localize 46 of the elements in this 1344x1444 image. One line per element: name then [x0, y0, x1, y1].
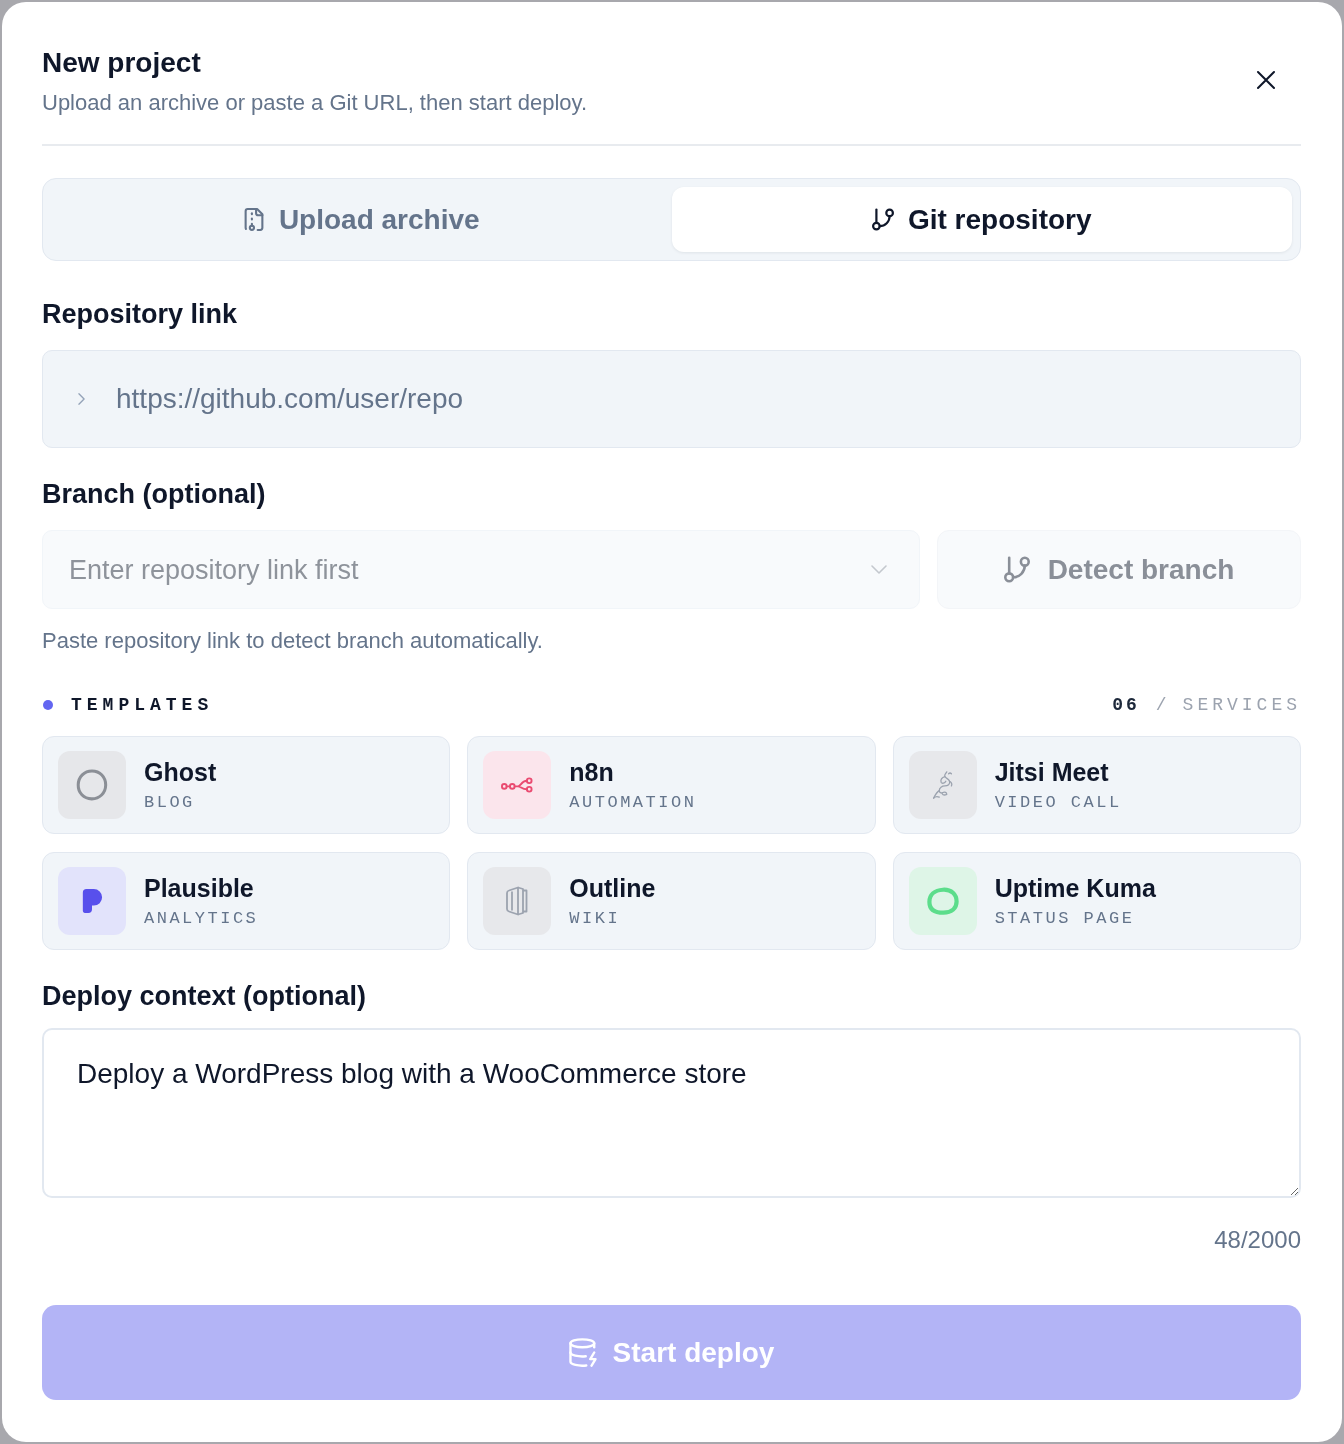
template-card[interactable]: Ghost BLOG [42, 736, 451, 834]
chevron-right-icon [78, 393, 85, 405]
services-label: SERVICES [1182, 694, 1301, 717]
field-label: Branch (optional) [42, 478, 267, 511]
connected-nodes-icon [483, 751, 552, 819]
services-count: 06 [1112, 694, 1140, 717]
branch-icon [1003, 556, 1030, 583]
character-counter: 48/2000 [1213, 1225, 1301, 1255]
archive-file-icon [242, 208, 265, 231]
template-category: STATUS PAGE [994, 907, 1136, 930]
template-name: Jitsi Meet [994, 756, 1110, 787]
template-category: AUTOMATION [569, 791, 697, 814]
template-category: BLOG [144, 791, 196, 814]
template-category: VIDEO CALL [994, 791, 1122, 814]
tab[interactable]: Upload archive [51, 187, 672, 252]
field-label: Deploy context (optional) [42, 980, 367, 1013]
p-logo-icon [58, 867, 126, 935]
template-name: Ghost [144, 756, 217, 787]
template-category: ANALYTICS [144, 907, 259, 930]
close-icon [1256, 70, 1276, 90]
template-name: Uptime Kuma [994, 872, 1156, 903]
ring-icon [908, 867, 977, 935]
template-card[interactable]: Uptime Kuma STATUS PAGE [892, 852, 1301, 950]
section-title: TEMPLATES [71, 694, 214, 717]
template-category: WIKI [569, 907, 622, 930]
deploy-context-textarea[interactable]: Deploy a WordPress blog with a WooCommerce store [42, 1028, 1301, 1198]
branch-help-text: Paste repository link to detect branch automatically. [42, 627, 544, 655]
template-name: n8n [569, 756, 615, 787]
template-name: Plausible [144, 872, 255, 903]
template-name: Outline [569, 872, 656, 903]
branch-icon [871, 208, 894, 231]
tab[interactable]: Git repository [671, 187, 1292, 252]
template-card[interactable]: Outline WIKI [467, 852, 876, 950]
field-label: Repository link [42, 298, 239, 331]
repository-link-input[interactable]: https://github.com/user/repo [42, 350, 1301, 448]
ring-icon [58, 751, 126, 819]
database-bolt-icon [568, 1338, 597, 1367]
dialog-title: New project [42, 46, 202, 80]
chevron-down-icon [871, 565, 887, 574]
count-separator: / [1155, 694, 1167, 717]
template-card[interactable]: n8n AUTOMATION [467, 736, 876, 834]
line-sketch-icon [908, 751, 977, 819]
template-card[interactable]: Jitsi Meet VIDEO CALL [892, 736, 1301, 834]
dialog-subtitle: Upload an archive or paste a Git URL, then start deploy. [42, 89, 587, 117]
template-card[interactable]: Plausible ANALYTICS [42, 852, 451, 950]
book-icon [483, 867, 552, 935]
